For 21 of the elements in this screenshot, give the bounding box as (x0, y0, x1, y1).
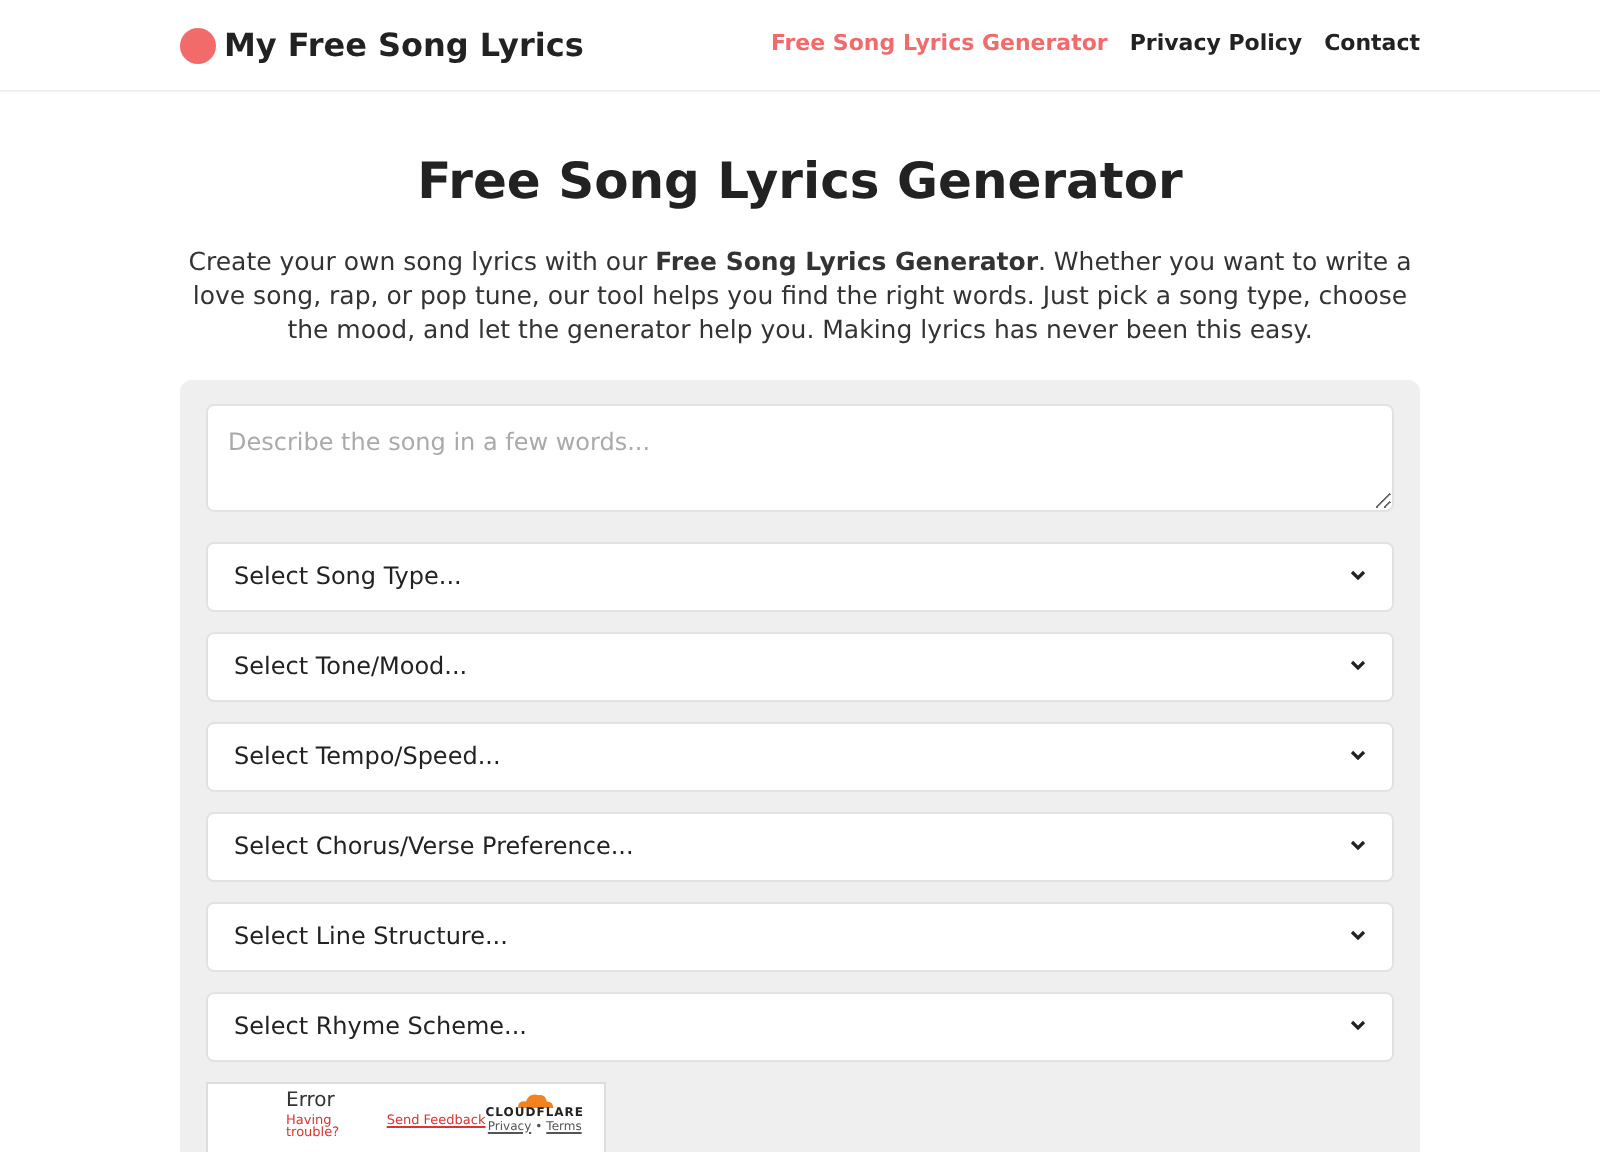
site-logo[interactable]: My Free Song Lyrics (224, 21, 584, 69)
chevron-icon (1350, 930, 1366, 942)
description-field[interactable]: Describe the song in a few words... (206, 403, 1394, 511)
intro-paragraph: Create your own song lyrics with our Free Song Lyrics Generator. Whether you want to write a love song, rap, or pop tune, our tool helps you find the right words. Just pick a song type, choose the mood, and let the generator help you. Making lyrics has never been this easy. (186, 243, 1414, 345)
dropdown-select[interactable]: Select Tempo/Speed... (206, 721, 1394, 791)
chevron-icon (1350, 840, 1366, 852)
chevron-icon (1350, 750, 1366, 762)
page-title: Free Song Lyrics Generator (415, 150, 1185, 214)
captcha-status: Error (286, 1091, 337, 1111)
chevron-icon (1350, 660, 1366, 672)
logo-icon (180, 27, 216, 63)
dropdown-select[interactable]: Select Rhyme Scheme... (206, 991, 1394, 1061)
nav-link[interactable]: Contact (1324, 28, 1420, 62)
chevron-icon (1350, 570, 1366, 582)
dropdown-select[interactable]: Select Line Structure... (206, 901, 1394, 971)
nav-link[interactable]: Privacy Policy (1129, 28, 1303, 62)
dropdown-select[interactable]: Select Tone/Mood... (206, 631, 1394, 701)
chevron-icon (1350, 1020, 1366, 1032)
dropdown-select[interactable]: Select Song Type... (206, 541, 1394, 611)
dropdown-select[interactable]: Select Chorus/Verse Preference... (206, 811, 1394, 881)
cloud-icon (514, 1091, 555, 1107)
